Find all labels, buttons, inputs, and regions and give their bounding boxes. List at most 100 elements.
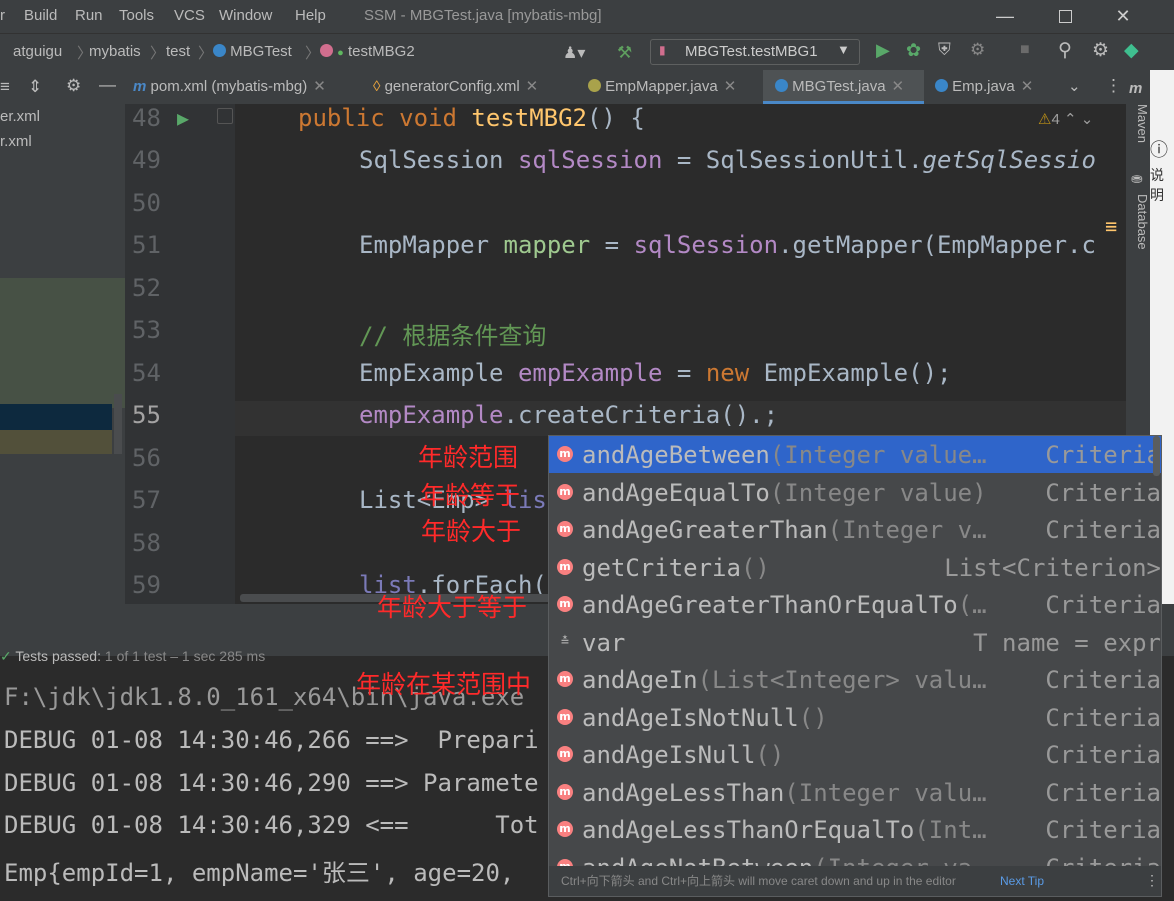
fold-icon[interactable] [217, 108, 233, 124]
window-title: SSM - MBGTest.java [mybatis-mbg] [364, 7, 602, 24]
run-configuration-select[interactable]: ▮ MBGTest.testMBG1 ▼ [650, 39, 860, 65]
completion-item[interactable]: m andAgeEqualTo(Integer value) Criteria [549, 474, 1161, 511]
completion-item[interactable]: m andAgeGreaterThanOrEqualTo(… Criteria [549, 586, 1161, 623]
expand-all-icon[interactable]: ⇕ [28, 77, 42, 97]
completion-item[interactable]: m andAgeIsNull() Criteria [549, 736, 1161, 773]
run-icon[interactable]: ▶ [876, 40, 890, 61]
more-icon[interactable]: ⋮ [1105, 76, 1122, 96]
build-hammer-icon[interactable]: ⚒ [617, 43, 632, 63]
menu-build[interactable]: Build [24, 7, 57, 24]
maximize-icon[interactable] [1050, 4, 1080, 28]
next-tip-link[interactable]: Next Tip [1000, 866, 1044, 896]
return-type: Criteria [1045, 741, 1161, 769]
menu-help[interactable]: Help [295, 7, 326, 24]
breadcrumb-mybatis[interactable]: mybatis [89, 43, 141, 60]
maven-icon[interactable]: m [1129, 80, 1142, 97]
method-icon: m [557, 483, 573, 500]
search-icon[interactable]: ⚲ [1058, 39, 1072, 62]
method-icon: m [557, 596, 573, 612]
tab-label: EmpMapper.java [605, 78, 718, 95]
tab-pom-xml[interactable]: m pom.xml (mybatis-mbg) ✕ [133, 70, 358, 104]
completion-item[interactable]: m andAgeGreaterThan(Integer v… Criteria [549, 511, 1161, 548]
completion-name: var [582, 629, 625, 657]
debug-icon[interactable]: ✿ [906, 40, 921, 61]
close-icon[interactable]: ✕ [526, 78, 539, 95]
method-icon: m [557, 783, 573, 800]
collapse-all-icon[interactable]: ≡ [0, 77, 10, 97]
method-signature: (Int… [914, 816, 987, 844]
highlighted-row [0, 430, 112, 454]
method-icon: m [557, 708, 573, 725]
breadcrumb-test[interactable]: test [166, 43, 190, 60]
menu-window[interactable]: Window [219, 7, 272, 24]
method-name: andAgeLessThanOrEqualTo [582, 816, 915, 844]
completion-item[interactable]: m andAgeBetween(Integer value… Criteria [549, 436, 1161, 473]
tab-generatorconfig[interactable]: ◊ generatorConfig.xml ✕ [373, 70, 573, 104]
editor-tab-bar: ≡ ⇕ ⚙ — m pom.xml (mybatis-mbg) ✕ ◊ gener… [0, 70, 1126, 105]
file-item[interactable]: er.xml [0, 108, 40, 125]
method-name: var [582, 628, 626, 657]
reader-mode-icon[interactable]: ≡ [1105, 214, 1117, 238]
hide-panel-icon[interactable]: — [99, 75, 116, 95]
gear-icon[interactable]: ⚙ [1092, 39, 1109, 62]
changed-region [0, 278, 125, 408]
close-icon[interactable]: ✕ [1108, 4, 1138, 28]
completion-item[interactable]: m andAgeLessThan(Integer valu… Criteria [549, 774, 1161, 811]
plugin-icon[interactable]: ◆ [1124, 39, 1139, 62]
scrollbar[interactable] [114, 394, 122, 454]
coverage-icon[interactable]: ⛨ [938, 40, 951, 60]
tab-mbgtest[interactable]: MBGTest.java ✕ [763, 70, 924, 104]
tab-label: generatorConfig.xml [384, 78, 520, 95]
minimize-icon[interactable]: — [990, 4, 1020, 28]
lock-icon: ● [337, 47, 344, 59]
annotation-age-greater: 年龄大于 [421, 518, 522, 546]
partial-text: 说明 [1150, 167, 1164, 203]
menu-vcs[interactable]: VCS [174, 7, 205, 24]
profile-icon[interactable]: ⚙ [970, 40, 985, 60]
chevron-up-icon[interactable]: ⌃ [1064, 111, 1077, 128]
method-name: andAgeIn [582, 666, 698, 694]
menu-item-partial[interactable]: r [0, 7, 5, 24]
method-signature: () [798, 703, 828, 732]
line-number: 56 [132, 444, 161, 472]
warnings-indicator[interactable]: ⚠4 ⌃ ⌄ [1038, 110, 1093, 128]
menu-run[interactable]: Run [75, 7, 103, 24]
completion-item[interactable]: m andAgeIn(List<Integer> valu… Criteria [549, 661, 1161, 698]
file-item[interactable]: r.xml [0, 133, 32, 150]
stop-icon[interactable]: ■ [1020, 41, 1030, 59]
method-name: andAgeGreaterThan [582, 516, 828, 544]
close-icon[interactable]: ✕ [724, 78, 737, 95]
close-icon[interactable]: ✕ [1021, 78, 1034, 95]
more-icon[interactable]: ⋮ [1145, 866, 1159, 896]
maven-tool-button[interactable]: Maven [1128, 104, 1150, 143]
completion-footer: Ctrl+向下箭头 and Ctrl+向上箭头 will move caret … [549, 866, 1161, 896]
database-tool-button[interactable]: Database [1128, 194, 1150, 250]
run-test-icon[interactable]: ▶ [177, 106, 189, 130]
close-icon[interactable]: ✕ [892, 78, 905, 95]
tab-emp[interactable]: Emp.java ✕ [935, 70, 1047, 104]
completion-name: andAgeBetween(Integer value… [582, 441, 987, 469]
breadcrumb-atguigu[interactable]: atguigu [13, 43, 62, 60]
completion-item[interactable]: ≛ var T name = expr [549, 624, 1161, 661]
annotation-age-greater-equal: 年龄大于等于 [377, 594, 528, 622]
code-completion-popup[interactable]: m andAgeBetween(Integer value… Criteria m an… [548, 435, 1162, 897]
user-icon[interactable]: ♟▾ [563, 43, 585, 63]
template-icon: ≛ [560, 634, 570, 648]
completion-item[interactable]: m getCriteria() List<Criterion> [549, 549, 1161, 586]
test-status-label: Tests passed: [15, 648, 101, 664]
chevron-down-icon[interactable]: ⌄ [1081, 111, 1094, 128]
breadcrumb-mbgtest[interactable]: MBGTest [213, 43, 292, 60]
tab-empmapper[interactable]: EmpMapper.java ✕ [588, 70, 758, 104]
completion-item[interactable]: m andAgeLessThanOrEqualTo(Int… Criteria [549, 811, 1161, 848]
method-signature: (Integer value) [769, 478, 987, 507]
menu-tools[interactable]: Tools [119, 7, 154, 24]
database-icon[interactable]: ⛂ [1131, 170, 1143, 187]
breadcrumb-testmbg2[interactable]: ● testMBG2 [320, 43, 415, 60]
gear-icon[interactable]: ⚙ [66, 76, 81, 96]
chevron-down-icon[interactable]: ⌄ [1068, 77, 1081, 95]
completion-item[interactable]: m andAgeIsNotNull() Criteria [549, 699, 1161, 736]
console-line: DEBUG 01-08 14:30:46,290 ==> Paramete [4, 769, 539, 797]
popup-scrollbar[interactable] [1153, 436, 1160, 476]
close-icon[interactable]: ✕ [313, 78, 326, 95]
xml-icon: ◊ [373, 78, 381, 95]
